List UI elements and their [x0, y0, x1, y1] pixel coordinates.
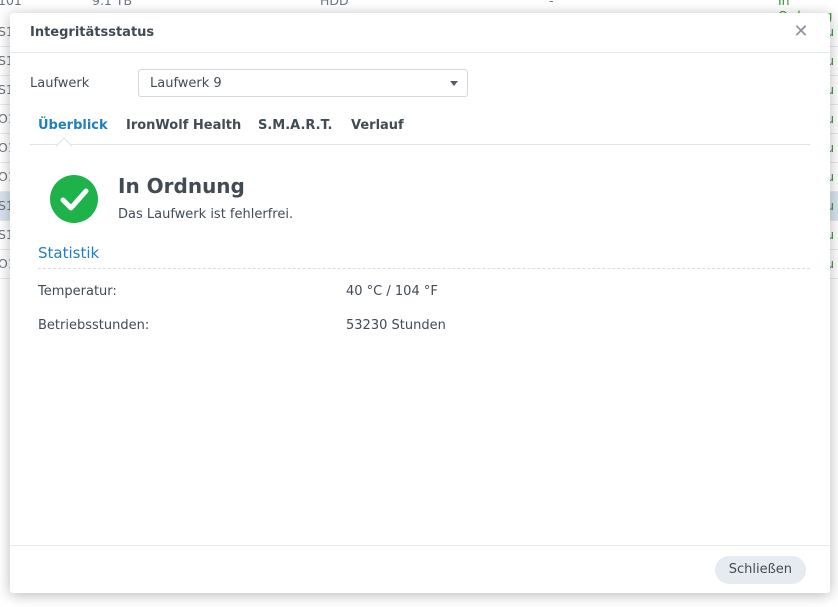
stat-value-operating-hours: 53230 Stunden: [346, 318, 446, 333]
check-circle-icon: [50, 175, 98, 223]
bg-cell-size: 9.1 TB: [92, 0, 133, 8]
background-top-row: 101 9.1 TB HDD - In Ordnung: [0, 0, 838, 23]
section-divider: [38, 268, 810, 269]
drive-label: Laufwerk: [30, 76, 90, 91]
stat-label-temperature: Temperatur:: [38, 284, 117, 299]
bg-cell-id: 101: [0, 0, 22, 8]
tab-smart[interactable]: S.M.A.R.T.: [258, 118, 332, 133]
status-title: In Ordnung: [118, 174, 245, 198]
tab-overview[interactable]: Überblick: [38, 118, 108, 133]
stat-label-operating-hours: Betriebsstunden:: [38, 318, 150, 333]
integrity-status-dialog: Integritätsstatus ✕ Laufwerk Laufwerk 9 …: [10, 13, 830, 593]
chevron-down-icon: [450, 81, 458, 86]
bg-cell-dash: -: [549, 0, 554, 8]
drive-select-value: Laufwerk 9: [150, 76, 222, 91]
status-description: Das Laufwerk ist fehlerfrei.: [118, 207, 294, 222]
drive-select[interactable]: Laufwerk 9: [138, 69, 468, 97]
close-icon[interactable]: ✕: [792, 22, 810, 42]
tab-bar: Überblick IronWolf Health S.M.A.R.T. Ver…: [30, 111, 810, 145]
dialog-footer: Schließen: [10, 545, 830, 593]
dialog-title: Integritätsstatus: [30, 25, 155, 40]
section-title-statistics: Statistik: [38, 244, 100, 262]
tab-history[interactable]: Verlauf: [351, 118, 404, 133]
close-button[interactable]: Schließen: [714, 556, 806, 584]
tab-ironwolf-health[interactable]: IronWolf Health: [126, 118, 241, 133]
stat-value-temperature: 40 °C / 104 °F: [346, 284, 438, 299]
dialog-header: Integritätsstatus ✕: [10, 13, 830, 53]
bg-cell-type: HDD: [320, 0, 349, 8]
